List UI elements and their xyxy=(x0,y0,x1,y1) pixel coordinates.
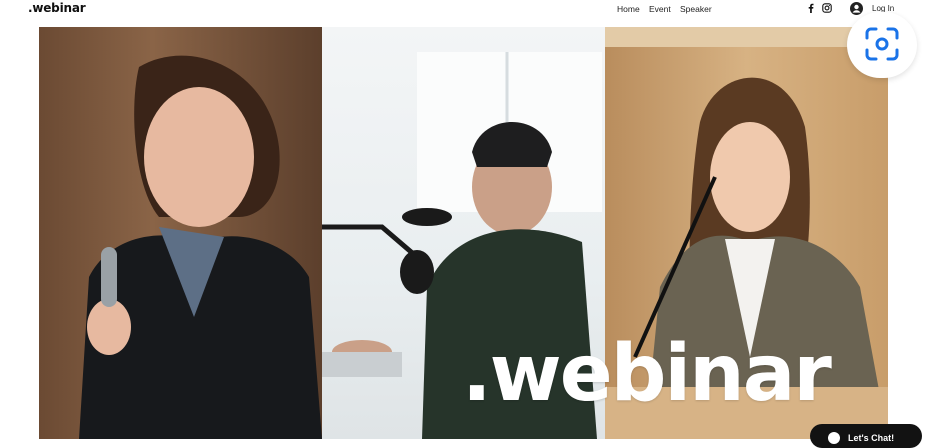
nav-event[interactable]: Event xyxy=(649,4,671,14)
visual-search-button[interactable] xyxy=(847,12,917,78)
hero-photo-speaker-1 xyxy=(39,27,322,439)
site-header: .webinar Home Event Speaker Log In xyxy=(0,0,925,20)
account-avatar-icon[interactable] xyxy=(850,2,863,15)
chat-bubble-icon xyxy=(828,432,840,444)
hero-title: .webinar xyxy=(462,329,832,419)
site-logo[interactable]: .webinar xyxy=(28,1,86,15)
nav-speaker[interactable]: Speaker xyxy=(680,4,712,14)
speaker-woman-microphone xyxy=(79,55,322,439)
instagram-icon[interactable] xyxy=(822,3,832,13)
facebook-icon[interactable] xyxy=(806,3,816,13)
chat-button[interactable]: Let's Chat! xyxy=(810,424,922,448)
nav-home[interactable]: Home xyxy=(617,4,640,14)
lens-icon xyxy=(865,27,899,61)
